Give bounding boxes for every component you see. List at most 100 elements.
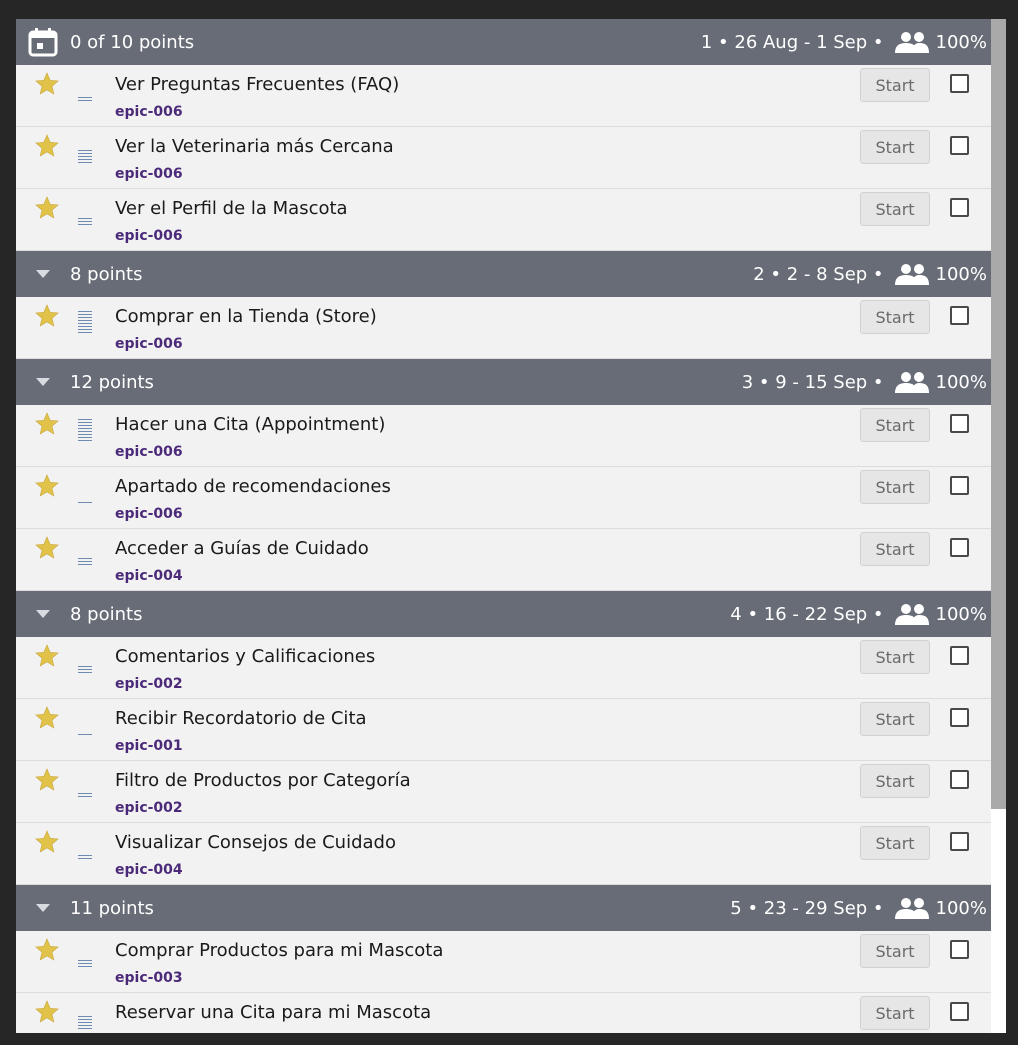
- select-checkbox[interactable]: [950, 770, 969, 789]
- iteration-dates: 3 • 9 - 15 Sep •: [741, 371, 884, 393]
- story-row[interactable]: Acceder a Guías de Cuidado epic-004 Start: [16, 529, 991, 591]
- start-button[interactable]: Start: [860, 192, 930, 226]
- team-icon[interactable]: [894, 896, 930, 920]
- epic-label[interactable]: epic-004: [115, 862, 183, 878]
- iteration-header[interactable]: 11 points 5 • 23 - 29 Sep • 100%: [16, 885, 991, 931]
- story-title[interactable]: Recibir Recordatorio de Cita: [115, 708, 367, 729]
- calendar-icon[interactable]: [16, 27, 70, 57]
- select-checkbox[interactable]: [950, 538, 969, 557]
- story-row[interactable]: Visualizar Consejos de Cuidado epic-004 St…: [16, 823, 991, 885]
- story-row[interactable]: Ver el Perfil de la Mascota epic-006 Start: [16, 189, 991, 251]
- story-title[interactable]: Filtro de Productos por Categoría: [115, 770, 411, 791]
- story-title[interactable]: Comprar Productos para mi Mascota: [115, 940, 443, 961]
- scrollbar[interactable]: [991, 19, 1006, 1033]
- star-icon[interactable]: [34, 999, 60, 1029]
- start-button[interactable]: Start: [860, 130, 930, 164]
- story-row[interactable]: Apartado de recomendaciones epic-006 Start: [16, 467, 991, 529]
- story-row[interactable]: Ver Preguntas Frecuentes (FAQ) epic-006 St…: [16, 65, 991, 127]
- iteration-meta: 3 • 9 - 15 Sep • 100%: [742, 370, 991, 394]
- star-icon[interactable]: [34, 937, 60, 967]
- team-icon[interactable]: [894, 262, 930, 286]
- iteration-header[interactable]: 0 of 10 points 1 • 26 Aug - 1 Sep • 100%: [16, 19, 991, 65]
- start-button[interactable]: Start: [860, 702, 930, 736]
- start-button[interactable]: Start: [860, 470, 930, 504]
- select-checkbox[interactable]: [950, 940, 969, 959]
- start-button[interactable]: Start: [860, 764, 930, 798]
- team-strength: 100%: [935, 31, 987, 53]
- collapse-caret-icon[interactable]: [16, 270, 70, 278]
- team-icon[interactable]: [894, 370, 930, 394]
- scrollbar-thumb[interactable]: [991, 19, 1006, 809]
- select-checkbox[interactable]: [950, 306, 969, 325]
- star-icon[interactable]: [34, 829, 60, 859]
- epic-label[interactable]: epic-006: [115, 336, 183, 352]
- epic-label[interactable]: epic-002: [115, 800, 183, 816]
- story-row[interactable]: Recibir Recordatorio de Cita epic-001 Star…: [16, 699, 991, 761]
- story-row[interactable]: Hacer una Cita (Appointment) epic-006 Star…: [16, 405, 991, 467]
- epic-label[interactable]: epic-006: [115, 228, 183, 244]
- select-checkbox[interactable]: [950, 1002, 969, 1021]
- select-checkbox[interactable]: [950, 832, 969, 851]
- select-checkbox[interactable]: [950, 74, 969, 93]
- select-checkbox[interactable]: [950, 414, 969, 433]
- start-button[interactable]: Start: [860, 68, 930, 102]
- start-button[interactable]: Start: [860, 826, 930, 860]
- story-row[interactable]: Reservar una Cita para mi Mascota epic-00…: [16, 993, 991, 1033]
- story-row[interactable]: Ver la Veterinaria más Cercana epic-006 St…: [16, 127, 991, 189]
- story-title[interactable]: Comentarios y Calificaciones: [115, 646, 375, 667]
- star-icon[interactable]: [34, 195, 60, 225]
- story-row[interactable]: Comprar Productos para mi Mascota epic-00…: [16, 931, 991, 993]
- story-row[interactable]: Comentarios y Calificaciones epic-002 Star…: [16, 637, 991, 699]
- start-button[interactable]: Start: [860, 532, 930, 566]
- team-icon[interactable]: [894, 30, 930, 54]
- epic-label[interactable]: epic-004: [115, 568, 183, 584]
- story-row[interactable]: Filtro de Productos por Categoría epic-00…: [16, 761, 991, 823]
- collapse-caret-icon[interactable]: [16, 378, 70, 386]
- epic-label[interactable]: epic-006: [115, 104, 183, 120]
- iteration-header[interactable]: 8 points 2 • 2 - 8 Sep • 100%: [16, 251, 991, 297]
- collapse-caret-icon[interactable]: [16, 610, 70, 618]
- story-title[interactable]: Apartado de recomendaciones: [115, 476, 391, 497]
- story-title[interactable]: Comprar en la Tienda (Store): [115, 306, 377, 327]
- epic-label[interactable]: epic-002: [115, 676, 183, 692]
- story-title[interactable]: Ver Preguntas Frecuentes (FAQ): [115, 74, 399, 95]
- select-checkbox[interactable]: [950, 136, 969, 155]
- star-icon[interactable]: [34, 411, 60, 441]
- select-checkbox[interactable]: [950, 198, 969, 217]
- team-icon[interactable]: [894, 602, 930, 626]
- start-button[interactable]: Start: [860, 640, 930, 674]
- story-row[interactable]: Comprar en la Tienda (Store) epic-006 Star…: [16, 297, 991, 359]
- estimate-icon: [78, 855, 92, 861]
- iteration-header[interactable]: 12 points 3 • 9 - 15 Sep • 100%: [16, 359, 991, 405]
- star-icon[interactable]: [34, 473, 60, 503]
- select-checkbox[interactable]: [950, 646, 969, 665]
- star-icon[interactable]: [34, 535, 60, 565]
- estimate-icon: [78, 558, 92, 567]
- epic-label[interactable]: epic-006: [115, 506, 183, 522]
- iteration-header[interactable]: 8 points 4 • 16 - 22 Sep • 100%: [16, 591, 991, 637]
- start-button[interactable]: Start: [860, 934, 930, 968]
- story-title[interactable]: Reservar una Cita para mi Mascota: [115, 1002, 431, 1023]
- select-checkbox[interactable]: [950, 476, 969, 495]
- star-icon[interactable]: [34, 643, 60, 673]
- epic-label[interactable]: epic-003: [115, 970, 183, 986]
- start-button[interactable]: Start: [860, 408, 930, 442]
- story-title[interactable]: Ver la Veterinaria más Cercana: [115, 136, 394, 157]
- epic-label[interactable]: epic-006: [115, 166, 183, 182]
- collapse-caret-icon[interactable]: [16, 904, 70, 912]
- star-icon[interactable]: [34, 133, 60, 163]
- story-title[interactable]: Visualizar Consejos de Cuidado: [115, 832, 396, 853]
- star-icon[interactable]: [34, 705, 60, 735]
- star-icon[interactable]: [34, 767, 60, 797]
- epic-label[interactable]: epic-001: [115, 738, 183, 754]
- story-title[interactable]: Acceder a Guías de Cuidado: [115, 538, 369, 559]
- story-title[interactable]: Ver el Perfil de la Mascota: [115, 198, 348, 219]
- star-icon[interactable]: [34, 71, 60, 101]
- epic-label[interactable]: epic-006: [115, 444, 183, 460]
- star-icon[interactable]: [34, 303, 60, 333]
- start-button[interactable]: Start: [860, 300, 930, 334]
- epic-label[interactable]: epic-003: [115, 1032, 183, 1033]
- story-title[interactable]: Hacer una Cita (Appointment): [115, 414, 385, 435]
- select-checkbox[interactable]: [950, 708, 969, 727]
- start-button[interactable]: Start: [860, 996, 930, 1030]
